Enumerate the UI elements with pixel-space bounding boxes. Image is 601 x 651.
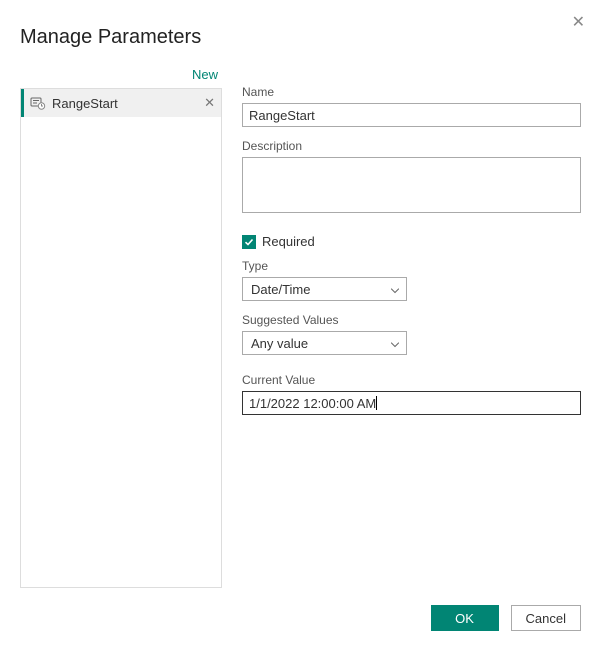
type-select-value: Date/Time — [251, 282, 310, 297]
current-value-label: Current Value — [242, 373, 581, 387]
cancel-button[interactable]: Cancel — [511, 605, 581, 631]
new-link[interactable]: New — [20, 65, 222, 88]
dialog-title: Manage Parameters — [20, 26, 581, 49]
suggested-values-select[interactable]: Any value — [242, 331, 407, 355]
description-label: Description — [242, 139, 581, 153]
form-panel: Name Description Required Type Date/Time — [242, 65, 581, 588]
delete-icon[interactable]: ✕ — [204, 95, 215, 111]
parameter-item-label: RangeStart — [52, 96, 204, 111]
parameter-icon — [30, 95, 46, 111]
current-value-input[interactable]: 1/1/2022 12:00:00 AM — [242, 391, 581, 415]
required-checkbox[interactable] — [242, 235, 256, 249]
type-label: Type — [242, 259, 581, 273]
parameter-item[interactable]: RangeStart ✕ — [21, 89, 221, 117]
name-label: Name — [242, 85, 581, 99]
text-cursor — [376, 396, 377, 410]
close-icon[interactable]: ✕ — [572, 12, 585, 32]
parameter-list: RangeStart ✕ — [20, 88, 222, 588]
sidebar: New RangeStart ✕ — [20, 65, 222, 588]
type-select[interactable]: Date/Time — [242, 277, 407, 301]
current-value-text: 1/1/2022 12:00:00 AM — [249, 396, 376, 411]
name-input[interactable] — [242, 103, 581, 127]
required-label: Required — [262, 234, 315, 249]
description-input[interactable] — [242, 157, 581, 213]
suggested-values-select-value: Any value — [251, 336, 308, 351]
suggested-values-label: Suggested Values — [242, 313, 581, 327]
ok-button[interactable]: OK — [431, 605, 499, 631]
